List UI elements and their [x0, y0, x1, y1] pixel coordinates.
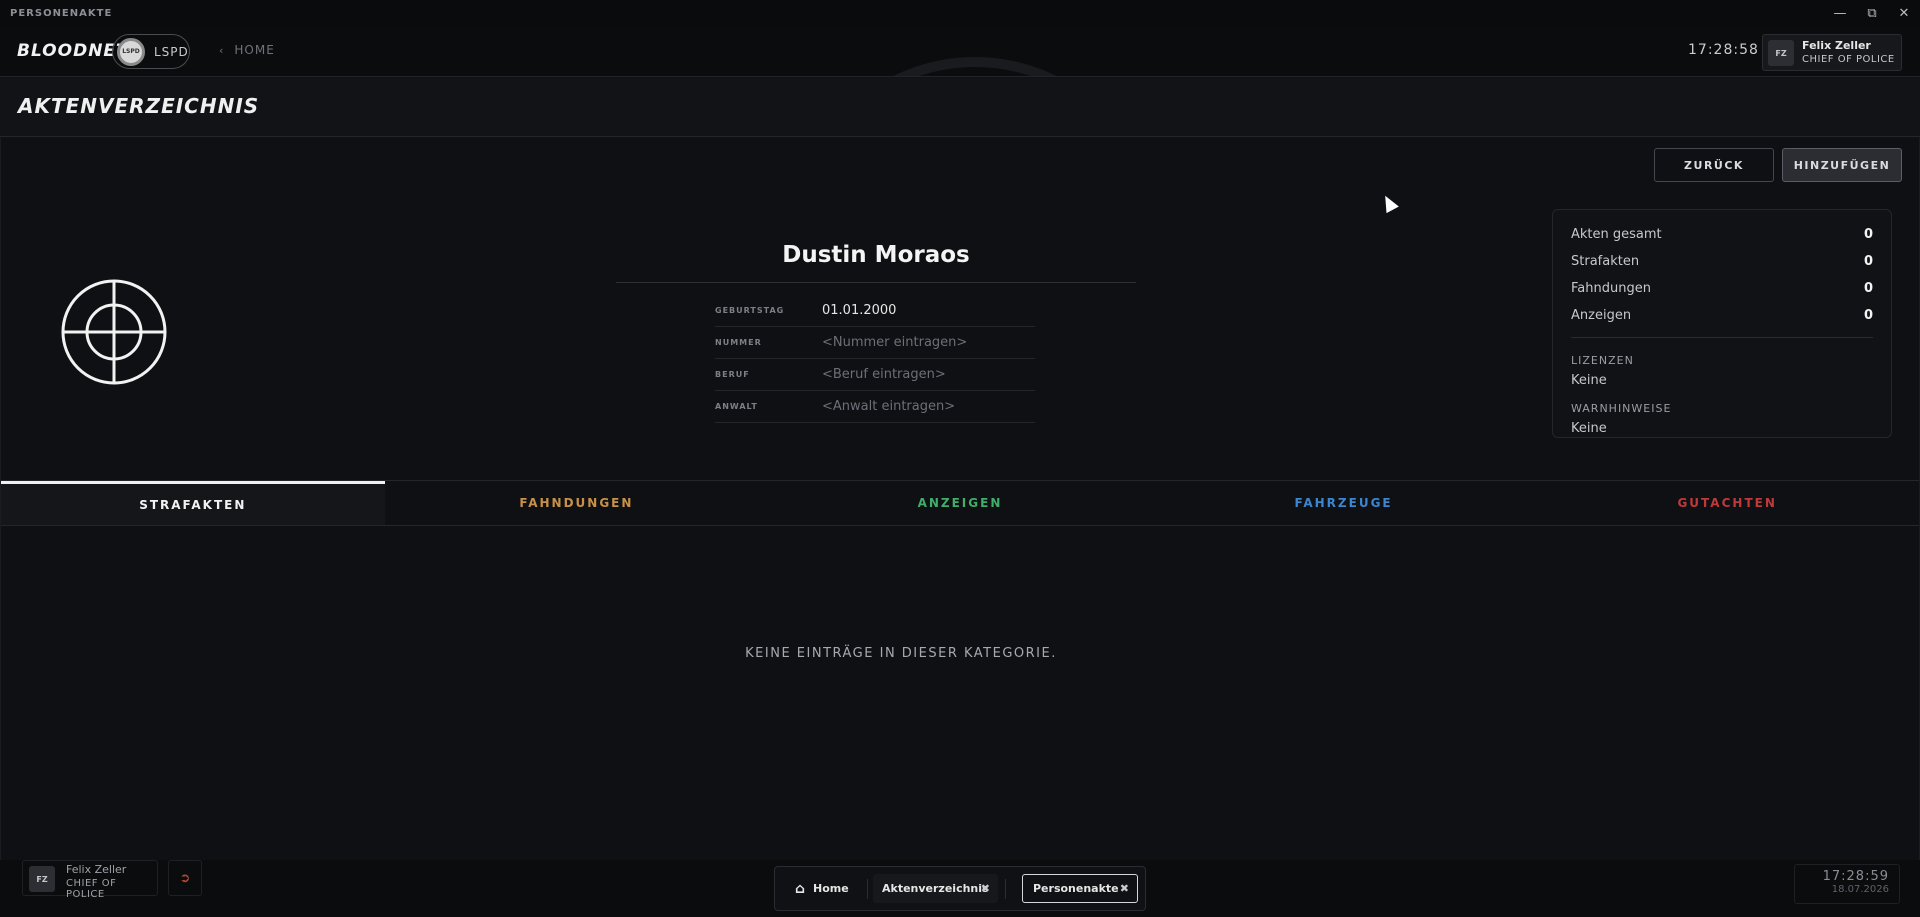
header-clock: 17:28:58: [1688, 42, 1759, 58]
back-button[interactable]: ZURÜCK: [1654, 148, 1774, 182]
page-title: AKTENVERZEICHNIS: [18, 94, 260, 118]
org-switcher[interactable]: LSPD LSPD: [112, 34, 190, 69]
user-rank: CHIEF OF POLICE: [1802, 54, 1895, 65]
lspd-seal-icon: LSPD: [117, 37, 145, 66]
user-name: Felix Zeller: [66, 863, 127, 876]
field-label: BERUF: [715, 370, 750, 379]
clock-date: 18.07.2026: [1831, 884, 1889, 895]
divider: [867, 879, 868, 899]
field-label: NUMMER: [715, 338, 762, 347]
open-windows-dock: ⌂ Home Aktenverzeichnis ✖ Personenakte ✖: [774, 866, 1146, 911]
divider: [1571, 337, 1873, 338]
tab-strafakten[interactable]: STRAFAKTEN: [1, 481, 385, 525]
stat-label: Strafakten: [1571, 253, 1640, 269]
dock-tab-label: Home: [813, 882, 849, 895]
tab-fahrzeuge[interactable]: FAHRZEUGE: [1152, 481, 1536, 525]
taskbar: FZ Felix Zeller CHIEF OF POLICE ➲ ⌂ Home…: [0, 860, 1920, 917]
stat-value: 0: [1863, 280, 1873, 296]
clock-time: 17:28:59: [1822, 869, 1889, 884]
field-job[interactable]: BERUF <Beruf eintragen>: [715, 359, 1035, 391]
dock-tab-label: Personenakte: [1033, 882, 1119, 895]
minimize-icon[interactable]: —: [1824, 0, 1856, 27]
app-header: BLOODNET LSPD LSPD ‹ HOME 17:28:58 FZ Fe…: [0, 27, 1920, 77]
field-label: GEBURTSTAG: [715, 306, 785, 315]
stat-row: Anzeigen 0: [1571, 304, 1873, 326]
stat-row: Akten gesamt 0: [1571, 223, 1873, 245]
stat-value: 0: [1863, 307, 1873, 323]
home-label: HOME: [234, 43, 275, 57]
dock-tab-personenakte[interactable]: Personenakte ✖: [1022, 874, 1138, 903]
dock-tab-aktenverzeichnis[interactable]: Aktenverzeichnis ✖: [873, 874, 998, 903]
avatar: FZ: [1768, 40, 1794, 66]
stat-label: Akten gesamt: [1571, 226, 1662, 242]
taskbar-user[interactable]: FZ Felix Zeller CHIEF OF POLICE: [22, 860, 158, 900]
background-emblem: [790, 57, 1160, 76]
close-icon[interactable]: ✕: [1888, 0, 1920, 27]
window-title: PERSONENAKTE: [10, 8, 113, 19]
home-icon: ⌂: [795, 880, 806, 897]
warnings-value: Keine: [1571, 421, 1607, 436]
chevron-left-icon: ‹: [219, 43, 225, 57]
dock-tab-label: Aktenverzeichnis: [882, 882, 989, 895]
licenses-value: Keine: [1571, 373, 1607, 388]
stat-row: Fahndungen 0: [1571, 277, 1873, 299]
close-icon[interactable]: ✖: [981, 882, 990, 895]
person-name: Dustin Moraos: [782, 242, 970, 268]
field-birthday[interactable]: GEBURTSTAG 01.01.2000: [715, 295, 1035, 327]
page-header: AKTENVERZEICHNIS: [0, 78, 1920, 137]
close-icon[interactable]: ✖: [1120, 882, 1129, 895]
stat-label: Anzeigen: [1571, 307, 1632, 323]
warnings-heading: WARNHINWEISE: [1571, 402, 1672, 415]
user-menu[interactable]: FZ Felix Zeller CHIEF OF POLICE: [1762, 34, 1902, 71]
tab-fahndungen[interactable]: FAHNDUNGEN: [385, 481, 769, 525]
add-button[interactable]: HINZUFÜGEN: [1782, 148, 1902, 182]
restore-icon[interactable]: ⧉: [1856, 0, 1888, 27]
window-controls: — ⧉ ✕: [1824, 0, 1920, 27]
field-label: ANWALT: [715, 402, 758, 411]
stat-row: Strafakten 0: [1571, 250, 1873, 272]
crosshair-icon: [61, 279, 167, 385]
category-tabs: STRAFAKTEN FAHNDUNGEN ANZEIGEN FAHRZEUGE…: [1, 480, 1919, 526]
taskbar-clock: 17:28:59 18.07.2026: [1794, 864, 1900, 904]
user-name: Felix Zeller: [1802, 39, 1871, 52]
stats-panel: Akten gesamt 0 Strafakten 0 Fahndungen 0…: [1552, 209, 1892, 438]
field-value: <Nummer eintragen>: [822, 335, 968, 350]
stat-label: Fahndungen: [1571, 280, 1651, 296]
divider: [1005, 879, 1006, 899]
empty-state: KEINE EINTRÄGE IN DIESER KATEGORIE.: [745, 646, 1057, 661]
field-value: <Beruf eintragen>: [822, 367, 946, 382]
dock-tab-home[interactable]: ⌂ Home: [783, 874, 863, 903]
field-value: 01.01.2000: [822, 303, 897, 318]
user-rank: CHIEF OF POLICE: [66, 878, 117, 900]
stat-value: 0: [1863, 226, 1873, 242]
divider: [616, 282, 1136, 283]
field-number[interactable]: NUMMER <Nummer eintragen>: [715, 327, 1035, 359]
home-link[interactable]: ‹ HOME: [219, 43, 275, 57]
app-window: PERSONENAKTE — ⧉ ✕ BLOODNET LSPD LSPD ‹ …: [0, 0, 1920, 917]
title-bar: PERSONENAKTE — ⧉ ✕: [0, 0, 1920, 27]
logout-icon[interactable]: ➲: [168, 860, 202, 896]
avatar: FZ: [29, 866, 55, 892]
field-value: <Anwalt eintragen>: [822, 399, 956, 414]
tab-gutachten[interactable]: GUTACHTEN: [1535, 481, 1919, 525]
tab-anzeigen[interactable]: ANZEIGEN: [768, 481, 1152, 525]
stat-value: 0: [1863, 253, 1873, 269]
org-name: LSPD: [154, 44, 189, 59]
licenses-heading: LIZENZEN: [1571, 354, 1634, 367]
person-file: ZURÜCK HINZUFÜGEN Dustin Moraos GEBURTST…: [0, 138, 1920, 860]
field-lawyer[interactable]: ANWALT <Anwalt eintragen>: [715, 391, 1035, 423]
